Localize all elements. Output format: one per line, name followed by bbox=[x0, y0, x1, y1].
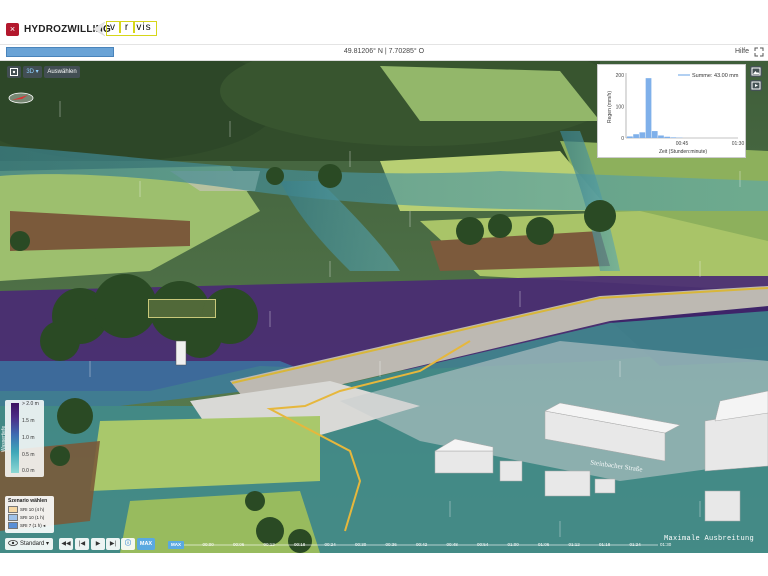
legend-color-ramp bbox=[11, 403, 19, 473]
rain-bar bbox=[633, 134, 639, 138]
rain-bar bbox=[658, 135, 664, 138]
home-view-button[interactable] bbox=[7, 66, 21, 78]
chart-x-label: Zeit (Stunden:minute) bbox=[659, 149, 707, 155]
rewind-icon[interactable]: ◀◀ bbox=[59, 538, 73, 550]
y-tick-label: 200 bbox=[616, 73, 625, 79]
legend-tick: > 2.0 m bbox=[22, 401, 39, 407]
rain-bar bbox=[639, 132, 646, 138]
legend-tick: 0.0 m bbox=[22, 468, 35, 474]
timeline-tick-label: 00:30 bbox=[355, 542, 367, 547]
logo-letter: v bbox=[110, 22, 116, 33]
chart-legend: Summe: 43.00 mm bbox=[692, 73, 739, 79]
timeline-tick-label: 01:12 bbox=[568, 542, 580, 547]
scenario-swatch bbox=[8, 522, 18, 530]
play-icon[interactable]: ▶ bbox=[91, 538, 105, 550]
water-depth-legend: > 2.0 m 1.5 m 1.0 m 0.5 m 0.0 m Wasserti… bbox=[1, 400, 44, 477]
fullscreen-icon[interactable] bbox=[754, 47, 764, 57]
max-extent-button[interactable]: MAX bbox=[137, 538, 155, 550]
timeline-tick-label: 01:06 bbox=[538, 542, 550, 547]
timeline-tick-label: 00:18 bbox=[294, 542, 306, 547]
rain-bar bbox=[645, 78, 652, 138]
timeline-tick-label: 00:06 bbox=[233, 542, 245, 547]
scenario-option-label: SRI 7 (1 h) bbox=[20, 523, 42, 528]
legend-tick: 0.5 m bbox=[22, 452, 35, 458]
scenario-swatch bbox=[8, 514, 18, 522]
mode-caption: Maximale Ausbreitung bbox=[664, 535, 755, 543]
timeline-tick-label: 00:42 bbox=[416, 542, 428, 547]
y-tick-label: 0 bbox=[621, 136, 624, 142]
home-view-icon bbox=[10, 68, 18, 76]
timeline-tick-label: 00:36 bbox=[385, 542, 397, 547]
chart-y-label: Regen (mm/h) bbox=[607, 91, 613, 123]
legend-tick: 1.5 m bbox=[22, 418, 35, 424]
view-preset-dropdown[interactable]: Standard ▾ bbox=[5, 538, 53, 550]
view-preset-label: Standard bbox=[20, 541, 45, 547]
rain-bar bbox=[664, 136, 671, 138]
close-button[interactable]: × bbox=[6, 23, 19, 36]
info-icon[interactable]: ⓘ bbox=[121, 538, 135, 550]
timeline-tick-label: 01:00 bbox=[507, 542, 519, 547]
select-button[interactable]: Auswählen bbox=[44, 66, 80, 78]
timeline-tick-label: 00:48 bbox=[446, 542, 458, 547]
timeline-tick-label: 01:18 bbox=[599, 542, 611, 547]
x-tick-label: 01:30 bbox=[732, 141, 745, 147]
scene-marker bbox=[148, 299, 216, 318]
rain-bar bbox=[651, 131, 658, 138]
scenario-option-selected[interactable]: SRI 7 (1 h) ◂ bbox=[8, 522, 50, 530]
y-tick-label: 100 bbox=[616, 105, 625, 111]
help-link[interactable]: Hilfe bbox=[735, 48, 749, 55]
vrvis-logo: v r vis bbox=[106, 21, 157, 36]
logo-letter: r bbox=[124, 22, 130, 33]
legend-tick: 1.0 m bbox=[22, 435, 35, 441]
scenario-option-label: SRI 10 (1 h) bbox=[20, 515, 45, 520]
timeline-tick-label: 00:54 bbox=[477, 542, 489, 547]
x-tick-label: 00:45 bbox=[676, 141, 689, 147]
rainfall-chart-svg: 0 100 200 00:45 01:30 Summe: 43.00 mm Zeit … bbox=[607, 73, 745, 155]
timeline-tick-label: 00:00 bbox=[202, 542, 214, 547]
compass-icon[interactable] bbox=[8, 91, 34, 105]
screenshot-icon[interactable] bbox=[750, 66, 762, 77]
skip-start-icon[interactable]: |◀ bbox=[75, 538, 89, 550]
scenario-option[interactable]: SRI 10 (4 h) bbox=[8, 506, 50, 514]
footer bbox=[0, 553, 768, 576]
view-mode-dropdown[interactable]: 3D ▾ bbox=[23, 66, 42, 78]
scenario-panel: Szenario wählen SRI 10 (4 h) SRI 10 (1 h… bbox=[5, 496, 54, 533]
view-mode-label: 3D bbox=[26, 69, 34, 75]
timeline-tick-label: 01:24 bbox=[629, 542, 641, 547]
skip-end-icon[interactable]: ▶| bbox=[106, 538, 120, 550]
wing-icon bbox=[92, 21, 106, 37]
timeline-max-chip: MAX bbox=[168, 541, 184, 549]
logo-letter: vis bbox=[136, 22, 152, 33]
eye-icon bbox=[8, 540, 18, 547]
coordinates-readout: 49.81206° N | 7.70285° O bbox=[343, 48, 425, 55]
rain-bar bbox=[627, 136, 633, 138]
rain-bar bbox=[670, 137, 677, 138]
legend-title: Wassertiefe bbox=[1, 425, 8, 453]
video-icon[interactable] bbox=[750, 80, 762, 91]
rainfall-chart: 0 100 200 00:45 01:30 Summe: 43.00 mm Zeit … bbox=[597, 64, 746, 158]
scenario-option[interactable]: SRI 10 (1 h) bbox=[8, 514, 50, 522]
timeline-tick-label: 00:12 bbox=[263, 542, 275, 547]
scenario-title: Szenario wählen bbox=[8, 498, 48, 504]
scenario-swatch bbox=[8, 506, 18, 514]
timeline-tick-label: 00:24 bbox=[324, 542, 336, 547]
scenario-option-label: SRI 10 (4 h) bbox=[20, 507, 45, 512]
